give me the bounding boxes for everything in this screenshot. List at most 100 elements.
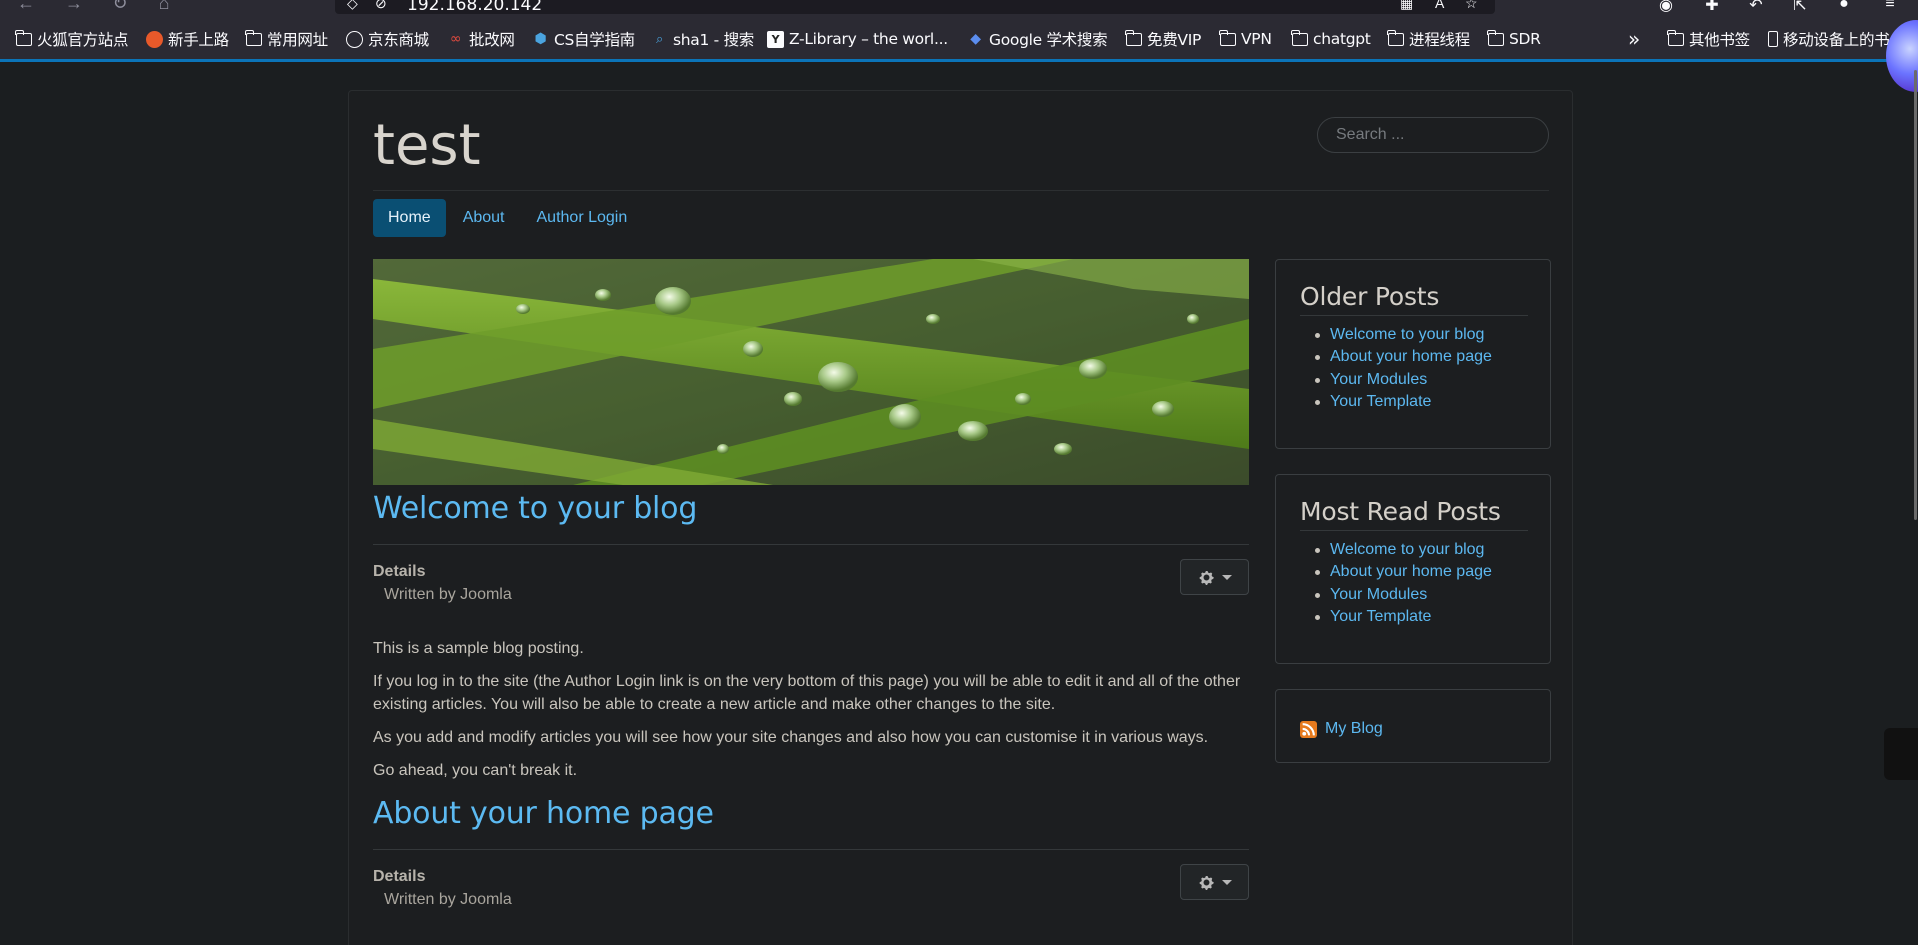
bookmark-item[interactable]: 移动设备上的书 [1768, 29, 1890, 49]
bookmark-label: sha1 - 搜索 [673, 31, 755, 49]
scholar-icon: ◆ [970, 30, 981, 47]
profile-avatar-icon[interactable]: ● [1834, 0, 1854, 13]
post-author: Written by Joomla [384, 586, 512, 603]
browser-toolbar: ← → ↻ ⌂ ◇ ⊘ 192.168.20.142 ▦ A ☆ ◉ ✚ ↶ ⇱… [0, 0, 1918, 16]
bookmark-label: VPN [1241, 30, 1272, 48]
bookmark-item[interactable]: ⌕ sha1 - 搜索 [651, 29, 754, 49]
bookmark-item[interactable]: chatgpt [1291, 29, 1371, 49]
url-text[interactable]: 192.168.20.142 [407, 0, 542, 15]
bookmark-item[interactable]: 京东商城 [346, 29, 429, 49]
bookmarks-bar: 火狐官方站点 新手上路 常用网址 京东商城 ∞ 批改网 ⬢ CS自学指南 ⌕ sha1… [0, 16, 1918, 62]
nav-about[interactable]: About [448, 199, 520, 237]
home-icon[interactable]: ⌂ [154, 0, 174, 12]
bookmark-item[interactable]: Y Z-Library – the worl... [767, 29, 948, 49]
bookmark-item[interactable]: 其他书签 [1667, 29, 1750, 49]
bookmark-item[interactable]: ⬢ CS自学指南 [532, 29, 636, 50]
side-tool-widget[interactable] [1884, 728, 1918, 780]
bookmark-label: Z-Library – the worl... [789, 30, 948, 48]
shield-icon[interactable]: ◇ [347, 0, 358, 12]
bookmark-item[interactable]: ◆ Google 学术搜索 [967, 29, 1108, 50]
folder-icon [1125, 29, 1142, 46]
article-tools-button[interactable] [1180, 559, 1249, 595]
account-icon[interactable]: ◉ [1656, 0, 1676, 15]
back-icon[interactable]: ← [16, 0, 36, 12]
chevron-down-icon [1221, 574, 1232, 580]
bookmark-item[interactable]: 新手上路 [146, 29, 229, 49]
post-details: Details Written by Joomla [373, 850, 1249, 916]
list-item[interactable]: Welcome to your blog [1315, 324, 1492, 346]
bookmark-label: CS自学指南 [554, 31, 635, 49]
reload-icon[interactable]: ↻ [110, 0, 130, 12]
bookmark-label: Google 学术搜索 [989, 31, 1108, 49]
qr-code-icon[interactable]: ▦ [1400, 0, 1413, 12]
zlibrary-icon: Y [767, 30, 784, 48]
folder-icon [245, 29, 262, 46]
bookmark-label: 进程线程 [1409, 31, 1470, 49]
site-container: test Home About Author Login [348, 90, 1573, 945]
list-item[interactable]: Your Modules [1315, 584, 1492, 606]
search-icon: ⌕ [656, 31, 663, 47]
header-divider [373, 190, 1549, 191]
module-divider [1300, 315, 1528, 316]
site-title[interactable]: test [373, 113, 481, 178]
bookmark-star-icon[interactable]: ☆ [1465, 0, 1478, 12]
post-title[interactable]: About your home page [373, 796, 1249, 831]
rss-icon [1300, 720, 1317, 738]
post-author: Written by Joomla [384, 891, 512, 908]
list-item[interactable]: Your Template [1315, 606, 1492, 628]
module-title: Most Read Posts [1300, 497, 1501, 526]
insecure-lock-icon[interactable]: ⊘ [375, 0, 387, 12]
bookmark-item[interactable]: ∞ 批改网 [447, 29, 515, 50]
older-posts-list: Welcome to your blog About your home pag… [1315, 324, 1492, 414]
bookmark-label: 其他书签 [1689, 31, 1750, 49]
list-item[interactable]: About your home page [1315, 346, 1492, 368]
list-item[interactable]: About your home page [1315, 561, 1492, 583]
post-body: This is a sample blog posting. If you lo… [373, 637, 1249, 782]
share-icon[interactable]: ⇱ [1790, 0, 1810, 15]
bookmark-item[interactable]: 常用网址 [245, 29, 328, 49]
extensions-icon[interactable]: ✚ [1702, 0, 1722, 15]
bookmark-item[interactable]: 免费VIP [1125, 29, 1201, 49]
nav-author-login[interactable]: Author Login [522, 199, 643, 237]
feed-link[interactable]: My Blog [1300, 720, 1383, 738]
pigai-icon: ∞ [449, 30, 462, 47]
bookmark-label: 火狐官方站点 [37, 31, 129, 49]
module-title: Older Posts [1300, 282, 1440, 311]
article-tools-button[interactable] [1180, 864, 1249, 900]
most-read-list: Welcome to your blog About your home pag… [1315, 539, 1492, 629]
bookmark-label: 移动设备上的书 [1783, 31, 1890, 49]
chevron-double-right-icon[interactable]: » [1628, 27, 1640, 51]
bookmark-label: 常用网址 [267, 31, 328, 49]
post-paragraph: This is a sample blog posting. [373, 640, 584, 657]
page-scrollbar[interactable] [1914, 70, 1917, 520]
list-item[interactable]: Welcome to your blog [1315, 539, 1492, 561]
details-label: Details [373, 868, 426, 885]
chevron-down-icon [1221, 879, 1232, 885]
bookmark-item[interactable]: 火狐官方站点 [15, 29, 129, 49]
forward-icon[interactable]: → [64, 0, 84, 12]
nav-home[interactable]: Home [373, 199, 446, 237]
details-label: Details [373, 563, 426, 580]
header-banner-image [373, 259, 1249, 485]
folder-icon [1387, 29, 1404, 46]
sync-icon[interactable]: ↶ [1746, 0, 1766, 15]
translate-icon[interactable]: A [1435, 0, 1444, 11]
menu-icon[interactable]: ≡ [1880, 0, 1900, 13]
folder-icon [1291, 29, 1308, 46]
bookmark-label: SDR [1509, 30, 1541, 48]
post-title[interactable]: Welcome to your blog [373, 491, 1249, 526]
module-divider [1300, 530, 1528, 531]
bookmark-item[interactable]: SDR [1487, 29, 1541, 49]
bookmark-label: 新手上路 [168, 31, 229, 49]
post-details: Details Written by Joomla [373, 545, 1249, 611]
gear-icon [1199, 570, 1214, 585]
folder-icon [1667, 29, 1684, 46]
bookmark-item[interactable]: 进程线程 [1387, 29, 1470, 49]
address-bar[interactable]: ◇ ⊘ 192.168.20.142 ▦ A ☆ [335, 0, 1495, 15]
feed-module: My Blog [1275, 689, 1551, 763]
older-posts-module: Older Posts Welcome to your blog About y… [1275, 259, 1551, 449]
search-input[interactable] [1317, 117, 1549, 153]
list-item[interactable]: Your Modules [1315, 369, 1492, 391]
bookmark-item[interactable]: VPN [1219, 29, 1272, 49]
list-item[interactable]: Your Template [1315, 391, 1492, 413]
